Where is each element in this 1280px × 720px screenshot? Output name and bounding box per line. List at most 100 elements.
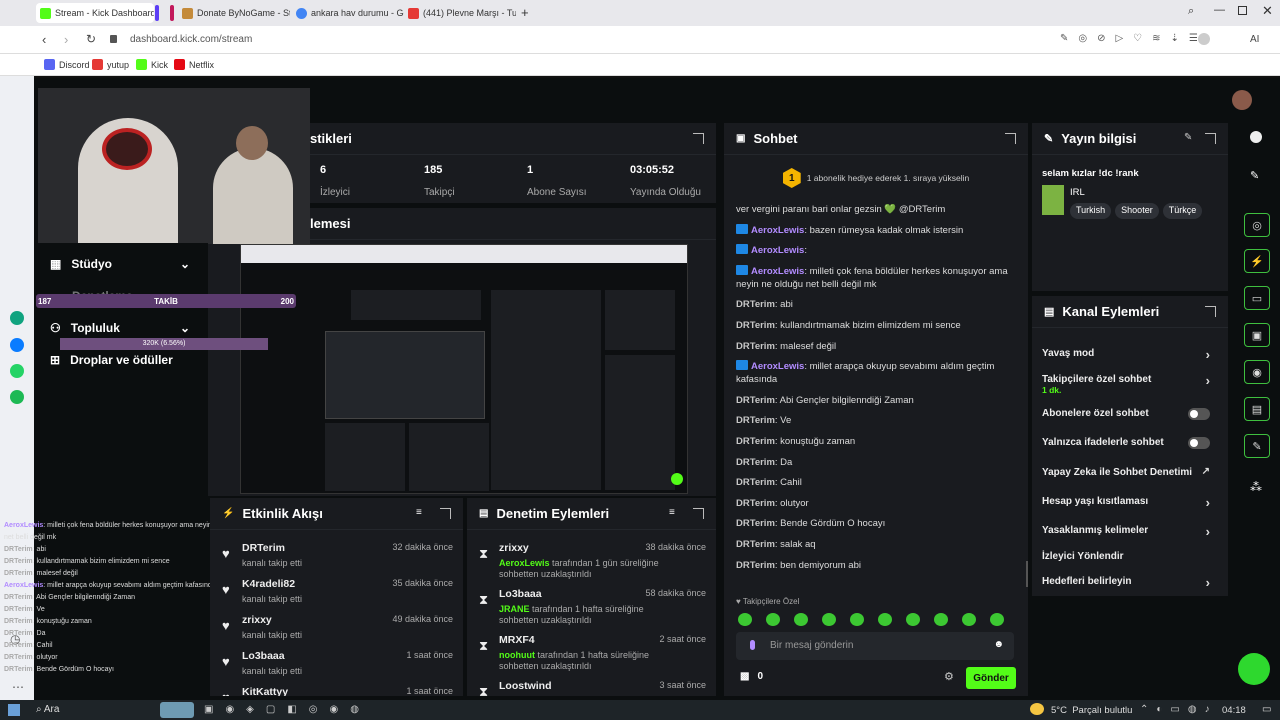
emote[interactable] [850,613,864,626]
clip-button[interactable]: ◎ [1244,213,1270,237]
chat-username[interactable]: DRTerim [736,395,775,406]
bookmark-netflix[interactable]: Netflix [174,59,214,70]
chat-username[interactable]: AeroxLewis [751,361,804,372]
channel-action-item[interactable]: Yavaş mod › [1042,347,1216,362]
bookmark-discord[interactable]: Discord [44,59,90,70]
activity-user[interactable]: zrixxy [242,614,272,626]
channel-action-item[interactable]: İzleyici Yönlendir [1042,551,1216,562]
emoji-icon[interactable]: ☻ [993,639,1004,650]
chat-username[interactable]: DRTerim [736,477,775,488]
popout-icon[interactable] [1205,133,1216,144]
chat-username[interactable]: DRTerim [736,457,775,468]
channel-action-item[interactable]: Yalnızca ifadelerle sohbet [1042,437,1216,449]
tray-icons[interactable]: ⌃◐▭◍♪ [1140,704,1218,715]
points-display[interactable]: ▩ 0 [740,671,763,682]
close-window-button[interactable]: ✕ [1262,3,1273,19]
moderated-user[interactable]: Lo3baaa [499,588,542,600]
chat-username[interactable]: AeroxLewis [751,266,804,277]
emote[interactable] [766,613,780,626]
chat-scrollbar[interactable] [1026,561,1028,587]
moderated-user[interactable]: zrixxy [499,542,529,554]
toggle-switch[interactable] [1188,437,1210,449]
minimize-button[interactable]: — [1214,4,1225,16]
bookmark-yutup[interactable]: yutup [92,59,129,70]
chat-button[interactable]: ▣ [1244,323,1270,347]
emote[interactable] [738,613,752,626]
emote[interactable] [962,613,976,626]
chat-username[interactable]: DRTerim [736,299,775,310]
tag-chip[interactable]: Türkçe [1162,203,1203,219]
search-tabs-icon[interactable]: ⌕ [1188,5,1194,18]
tab-google[interactable]: ankara hav durumu - Goo [292,3,404,23]
channel-action-item[interactable]: Takipçilere özel sohbet 1 dk. › [1042,373,1216,395]
chat-username[interactable]: DRTerim [736,498,775,509]
popout-icon[interactable] [1005,133,1016,144]
notes-button[interactable]: ▭ [1244,286,1270,310]
wrench-button[interactable]: ✎ [1244,434,1270,458]
tab-kick-dashboard[interactable]: Stream - Kick Dashboard [36,3,154,23]
pencil-icon[interactable]: ✎ [1250,169,1259,182]
user-avatar[interactable] [1232,90,1252,110]
messenger-icon[interactable] [10,338,24,352]
fab-button[interactable] [1238,653,1270,685]
moderated-user[interactable]: Loostwind [499,680,552,692]
chatgpt-icon[interactable] [10,311,24,325]
weather-icon[interactable] [1030,703,1044,715]
edit-icon[interactable]: ✎ [1184,132,1192,143]
whatsapp-icon[interactable] [10,364,24,378]
chat-username[interactable]: DRTerim [736,320,775,331]
info-icon[interactable] [1250,131,1262,143]
activity-user[interactable]: K4radeli82 [242,578,295,590]
emote[interactable] [990,613,1004,626]
broadcast-button[interactable]: ◉ [1244,360,1270,384]
taskbar-search[interactable]: ⌕ Ara [36,704,59,715]
back-button[interactable]: ‹ [42,32,46,47]
emote-row[interactable] [738,613,1018,627]
filter-icon[interactable]: ≡ [416,507,422,518]
chat-username[interactable]: DRTerim [736,518,775,529]
taskbar-apps[interactable]: ▣◉◈▢◧◎◉◍ [204,704,371,715]
chat-username[interactable]: AeroxLewis [751,225,804,236]
toolbar-icons[interactable]: ✎◎⊘▷♡≋⇣☰ [1060,33,1208,44]
mic-icon[interactable] [750,640,755,650]
tag-chip[interactable]: Turkish [1070,203,1112,219]
chat-username[interactable]: DRTerim [736,415,775,426]
menu-studio[interactable]: ▦ Stüdyo ⌄ [50,257,190,271]
chat-input[interactable]: Bir mesaj gönderin ☻ [736,632,1014,660]
profile-icon[interactable] [1198,33,1210,45]
popout-icon[interactable] [1205,306,1216,317]
activity-user[interactable]: DRTerim [242,542,285,554]
apps-icon[interactable]: ⁂ [1250,480,1262,494]
tab-donate[interactable]: Donate ByNoGame - Strea [178,3,290,23]
chat-username[interactable]: DRTerim [736,539,775,550]
activity-user[interactable]: KitKattyy [242,686,288,696]
ai-button[interactable]: AI [1250,34,1259,45]
channel-action-item[interactable]: Abonelere özel sohbet [1042,408,1216,420]
maximize-button[interactable] [1238,6,1247,15]
menu-community[interactable]: ⚇ Topluluk ⌄ [50,321,190,335]
filter-icon[interactable]: ≡ [669,507,675,518]
emote[interactable] [934,613,948,626]
notification-icon[interactable]: ▭ [1262,704,1271,715]
server-button[interactable]: ▤ [1244,397,1270,421]
hype-banner[interactable]: 1 1 abonelik hediye ederek 1. sıraya yük… [724,161,1028,195]
chat-username[interactable]: DRTerim [736,560,775,571]
chat-username[interactable]: DRTerim [736,341,775,352]
channel-action-item[interactable]: Hedefleri belirleyin › [1042,575,1216,590]
lightning-button[interactable]: ⚡ [1244,249,1270,273]
toggle-switch[interactable] [1188,408,1210,420]
emote[interactable] [822,613,836,626]
tab-youtube[interactable]: (441) Plevne Marşı - Tuna [404,3,516,23]
weather-text[interactable]: 5°C Parçalı bulutlu [1051,705,1132,716]
start-button[interactable] [8,704,20,716]
bookmark-kick[interactable]: Kick [136,59,168,70]
emote[interactable] [794,613,808,626]
forward-button[interactable]: › [64,32,68,47]
channel-action-item[interactable]: Hesap yaşı kısıtlaması › [1042,495,1216,510]
popout-icon[interactable] [693,508,704,519]
chat-settings-icon[interactable]: ⚙ [944,670,954,683]
spotify-icon[interactable] [10,390,24,404]
popout-icon[interactable] [693,133,704,144]
emote[interactable] [878,613,892,626]
new-tab-button[interactable]: + [521,5,529,20]
